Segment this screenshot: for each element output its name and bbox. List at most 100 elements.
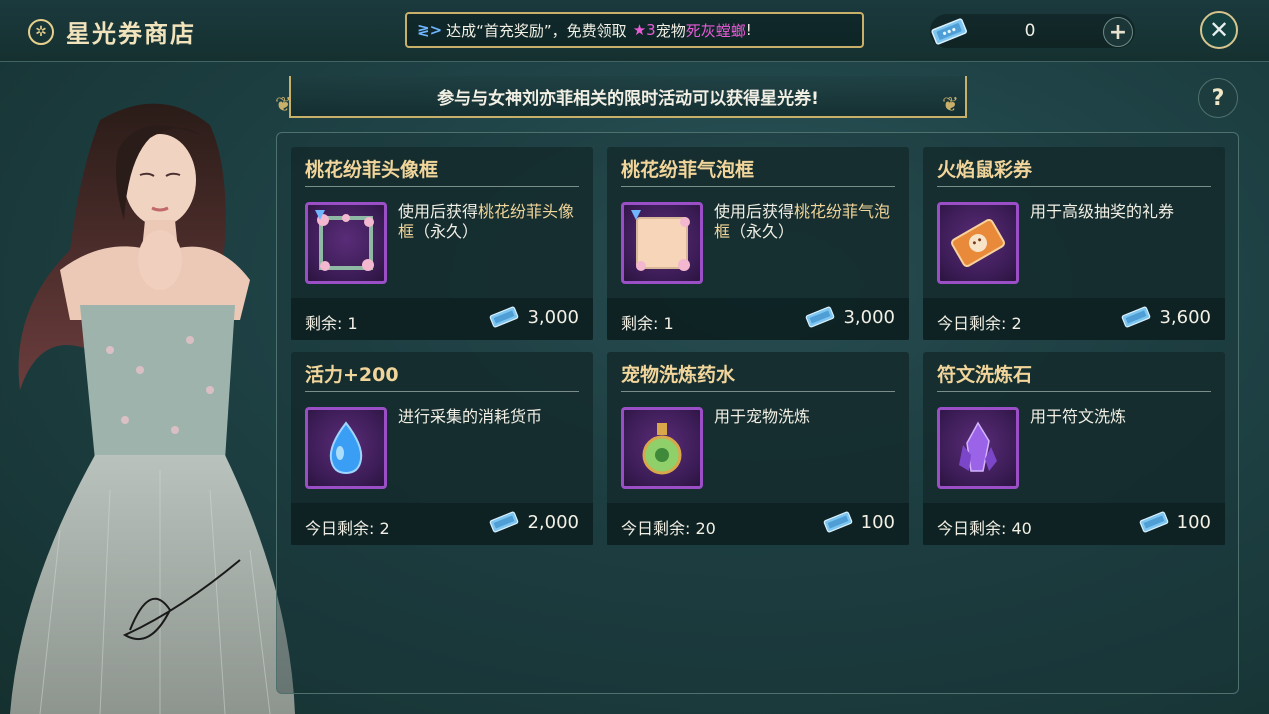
item-price: 3,000 [843, 306, 895, 328]
shop-item-card[interactable]: 火焰鼠彩券 用于高级抽奖的礼券 今日剩余: 2 3,600 [923, 147, 1225, 340]
add-currency-button[interactable]: + [1103, 17, 1133, 47]
fire-rat-ticket-icon [937, 202, 1019, 284]
price-group: 3,600 [1121, 306, 1211, 328]
item-name: 活力+200 [305, 364, 399, 386]
divider [937, 186, 1211, 187]
card-footer: 今日剩余: 2 2,000 [291, 503, 593, 545]
item-name: 宠物洗炼药水 [621, 364, 736, 386]
item-description: 用于高级抽奖的礼券 [1030, 202, 1215, 222]
desc-suffix: （永久） [730, 222, 795, 241]
divider [621, 186, 895, 187]
item-price: 3,000 [527, 306, 579, 328]
item-name: 桃花纷菲头像框 [305, 159, 439, 181]
item-description: 进行采集的消耗货币 [398, 407, 583, 427]
price-group: 3,000 [805, 306, 895, 328]
divider [305, 391, 579, 392]
desc-text: 使用后获得 [714, 202, 795, 221]
item-price: 3,600 [1159, 306, 1211, 328]
shop-item-card[interactable]: 宠物洗炼药水 用于宠物洗炼 今日剩余: 20 100 [607, 352, 909, 545]
item-price: 2,000 [527, 511, 579, 533]
desc-suffix: （永久） [414, 222, 479, 241]
card-footer: 剩余: 1 3,000 [291, 298, 593, 340]
remain-value: 2 [379, 519, 390, 538]
info-banner: 参与与女神刘亦菲相关的限时活动可以获得星光券! [289, 76, 967, 118]
remain-label: 今日剩余: [937, 314, 1007, 333]
desc-text: 用于高级抽奖的礼券 [1030, 202, 1175, 221]
item-price: 100 [1176, 511, 1211, 533]
item-name: 符文洗炼石 [937, 364, 1033, 386]
energy-drop-icon [305, 407, 387, 489]
promo-end: ! [745, 21, 752, 39]
starlight-ticket-icon [806, 306, 835, 328]
starlight-ticket-icon [1139, 511, 1168, 533]
price-group: 100 [1139, 511, 1211, 533]
remain-label: 剩余: [621, 314, 659, 333]
remaining-count: 剩余: 1 [305, 310, 358, 334]
promo-star-count: ★3 [632, 21, 656, 39]
desc-text: 用于宠物洗炼 [714, 407, 811, 426]
shop-title: 星光券商店 [66, 20, 196, 48]
divider [305, 186, 579, 187]
card-footer: 今日剩余: 40 100 [923, 503, 1225, 545]
top-bar: ✲ 星光券商店 ≷> 达成“首充奖励”，免费领取 ★3 宠物 死灰螳螂 ! 0 … [0, 0, 1269, 62]
promo-text: 达成“首充奖励”，免费领取 [446, 21, 627, 40]
card-footer: 剩余: 1 3,000 [607, 298, 909, 340]
price-group: 100 [823, 511, 895, 533]
starlight-ticket-icon [490, 306, 519, 328]
remain-label: 今日剩余: [305, 519, 375, 538]
item-name: 桃花纷菲气泡框 [621, 159, 755, 181]
remaining-count: 今日剩余: 2 [937, 310, 1022, 334]
remaining-count: 今日剩余: 40 [937, 515, 1032, 539]
starlight-ticket-icon [1122, 306, 1151, 328]
starlight-ticket-icon [931, 18, 967, 45]
shop-emblem-icon: ✲ [28, 18, 54, 45]
item-description: 用于符文洗炼 [1030, 407, 1215, 427]
desc-text: 使用后获得 [398, 202, 479, 221]
first-charge-promo[interactable]: ≷> 达成“首充奖励”，免费领取 ★3 宠物 死灰螳螂 ! [405, 12, 864, 48]
rune-crystal-icon [937, 407, 1019, 489]
shop-item-card[interactable]: 符文洗炼石 用于符文洗炼 今日剩余: 40 100 [923, 352, 1225, 545]
divider [937, 391, 1211, 392]
item-name: 火焰鼠彩券 [937, 159, 1033, 181]
peach-bubble-frame-icon [621, 202, 703, 284]
currency-amount: 0 [1024, 21, 1036, 41]
help-button[interactable]: ? [1198, 78, 1238, 118]
shop-item-card[interactable]: 桃花纷菲气泡框 使用后获得桃花纷菲气泡框（永久） 剩余: 1 3,000 [607, 147, 909, 340]
close-button[interactable]: ✕ [1200, 11, 1238, 49]
item-price: 100 [860, 511, 895, 533]
item-description: 使用后获得桃花纷菲头像框（永久） [398, 202, 583, 242]
pet-potion-icon [621, 407, 703, 489]
promo-arrow-icon: ≷> [417, 21, 443, 39]
remain-value: 2 [1011, 314, 1022, 333]
desc-text: 进行采集的消耗货币 [398, 407, 543, 426]
remaining-count: 今日剩余: 2 [305, 515, 390, 539]
price-group: 2,000 [489, 511, 579, 533]
remain-value: 40 [1011, 519, 1032, 538]
shop-panel: 桃花纷菲头像框 使用后获得桃花纷菲头像框（永久） 剩余: 1 3,000 桃花纷… [276, 132, 1239, 694]
goddess-character-portrait [10, 103, 295, 714]
peach-avatar-frame-icon [305, 202, 387, 284]
starlight-ticket-icon [823, 511, 852, 533]
remain-label: 今日剩余: [937, 519, 1007, 538]
shop-item-card[interactable]: 活力+200 进行采集的消耗货币 今日剩余: 2 2,000 [291, 352, 593, 545]
remain-label: 今日剩余: [621, 519, 691, 538]
remaining-count: 剩余: 1 [621, 310, 674, 334]
divider [621, 391, 895, 392]
promo-pet-name: 死灰螳螂 [685, 21, 746, 40]
price-group: 3,000 [489, 306, 579, 328]
item-description: 用于宠物洗炼 [714, 407, 899, 427]
desc-text: 用于符文洗炼 [1030, 407, 1127, 426]
remain-value: 20 [695, 519, 716, 538]
card-footer: 今日剩余: 20 100 [607, 503, 909, 545]
remain-value: 1 [347, 314, 358, 333]
shop-item-card[interactable]: 桃花纷菲头像框 使用后获得桃花纷菲头像框（永久） 剩余: 1 3,000 [291, 147, 593, 340]
banner-scroll-right-ornament: ❦ [942, 92, 959, 116]
remain-label: 剩余: [305, 314, 343, 333]
remain-value: 1 [663, 314, 674, 333]
starlight-ticket-icon [490, 511, 519, 533]
promo-pet-label: 宠物 [655, 21, 686, 40]
item-description: 使用后获得桃花纷菲气泡框（永久） [714, 202, 899, 242]
shop-title-group: ✲ 星光券商店 [28, 14, 196, 49]
remaining-count: 今日剩余: 20 [621, 515, 716, 539]
card-footer: 今日剩余: 2 3,600 [923, 298, 1225, 340]
